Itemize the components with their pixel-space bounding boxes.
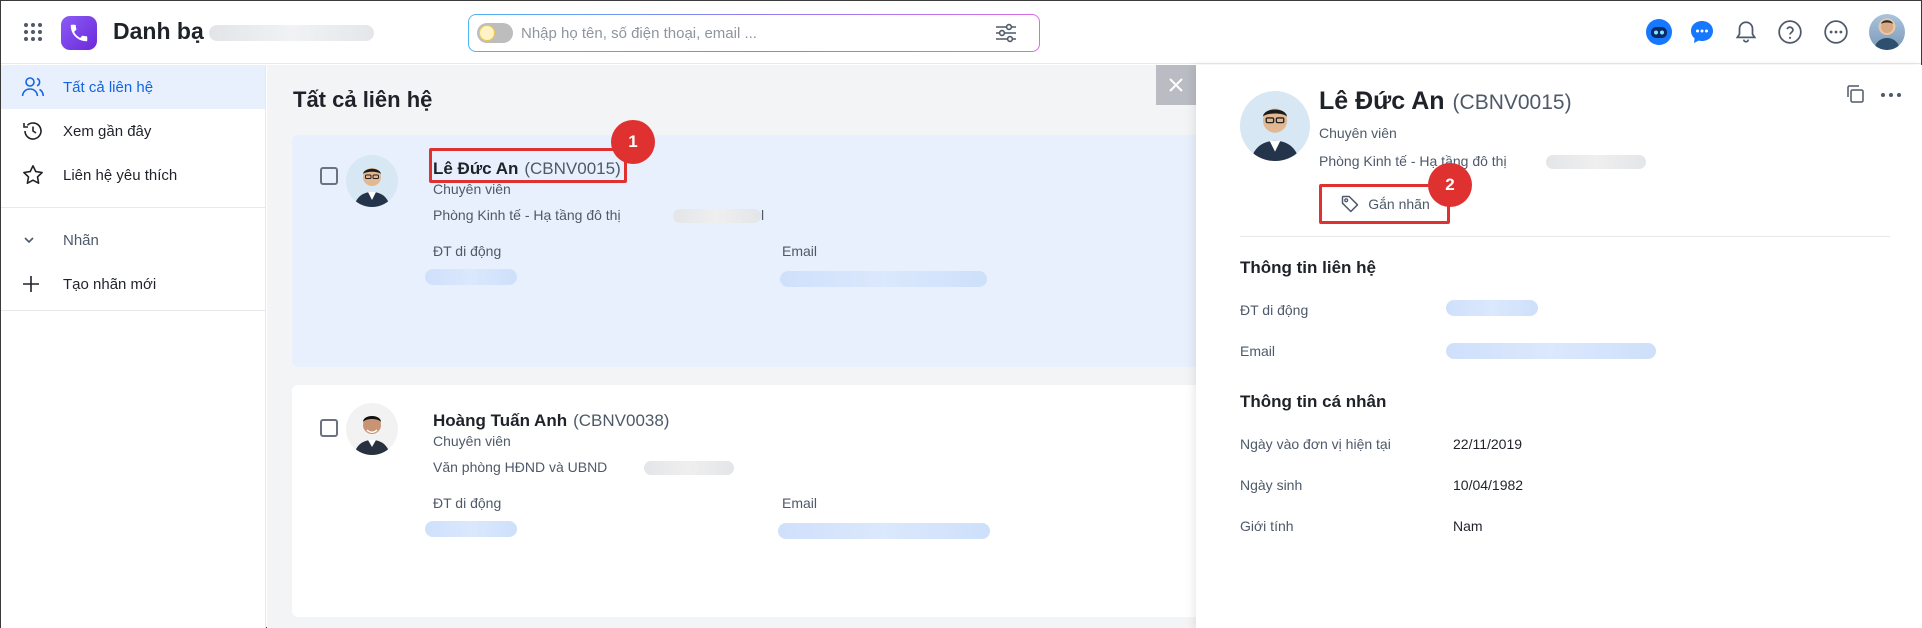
sidebar-item-label: Tất cả liên hệ — [63, 78, 154, 96]
detail-avatar — [1240, 91, 1310, 161]
phone-book-logo-icon — [61, 16, 97, 50]
contact-code: (CBNV0038) — [573, 411, 670, 430]
page-title: Tất cả liên hệ — [293, 87, 433, 112]
contact-position: Chuyên viên — [433, 433, 511, 449]
mobile-label: ĐT di động — [1240, 302, 1309, 318]
contact-avatar — [346, 155, 398, 207]
contact-checkbox[interactable] — [320, 419, 338, 437]
search-input[interactable] — [521, 21, 961, 45]
annotation-badge-2: 2 — [1428, 163, 1472, 207]
contact-name[interactable]: Hoàng Tuấn Anh (CBNV0038) — [433, 411, 669, 431]
sidebar-item-favorites[interactable]: Liên hệ yêu thích — [1, 153, 265, 197]
mobile-label: ĐT di động — [433, 243, 502, 259]
join-date-value: 22/11/2019 — [1453, 436, 1523, 452]
user-avatar[interactable] — [1869, 14, 1905, 50]
org-name-redacted — [209, 25, 374, 41]
contact-detail-panel: Lê Đức An (CBNV0015) Chuyên viên Phòng Ki… — [1196, 65, 1922, 628]
department-redacted — [673, 209, 761, 223]
contact-avatar — [346, 403, 398, 455]
detail-code: (CBNV0015) — [1452, 91, 1572, 114]
detail-department: Phòng Kinh tế - Hạ tầng đô thị — [1319, 153, 1507, 169]
detail-position: Chuyên viên — [1319, 125, 1397, 141]
contact-checkbox[interactable] — [320, 167, 338, 185]
history-icon — [21, 119, 47, 143]
contact-list-panel: Tất cả liên hệ Lê Đức An (CBNV0015) Chuyê… — [267, 65, 1222, 628]
sidebar-divider — [1, 207, 265, 208]
contact-department: Văn phòng HĐND và UBND — [433, 459, 608, 475]
mobile-redacted[interactable] — [1446, 300, 1538, 316]
sidebar-item-all-contacts[interactable]: Tất cả liên hệ — [1, 65, 265, 109]
close-icon — [1169, 78, 1183, 92]
sidebar-item-recent[interactable]: Xem gần đây — [1, 109, 265, 153]
personal-info-heading: Thông tin cá nhân — [1240, 392, 1387, 411]
email-label: Email — [1240, 343, 1276, 359]
email-redacted[interactable] — [1446, 343, 1656, 359]
birth-date-value: 10/04/1982 — [1453, 477, 1524, 493]
email-label: Email — [782, 495, 818, 511]
labels-group-label: Nhãn — [63, 231, 99, 249]
contact-department: Phòng Kinh tế - Hạ tầng đô thị — [433, 207, 621, 223]
annotation-highlight-name — [429, 148, 627, 183]
filter-sliders-icon[interactable] — [995, 23, 1017, 43]
app-grid-icon[interactable] — [23, 22, 43, 42]
gender-label: Giới tính — [1240, 518, 1294, 534]
sidebar-item-label: Liên hệ yêu thích — [63, 166, 178, 184]
more-horizontal-icon[interactable] — [1880, 91, 1902, 99]
mobile-redacted — [425, 521, 517, 537]
chevron-down-icon — [21, 232, 47, 248]
app-title: Danh bạ — [113, 18, 204, 44]
sidebar-divider — [1, 310, 265, 311]
help-icon[interactable] — [1777, 19, 1803, 45]
close-detail-button[interactable] — [1156, 65, 1196, 105]
sidebar-item-label: Xem gần đây — [63, 122, 152, 140]
email-label: Email — [782, 243, 818, 259]
top-bar: Danh bạ — [1, 1, 1921, 64]
contact-info-heading: Thông tin liên hệ — [1240, 258, 1376, 277]
more-options-icon[interactable] — [1823, 19, 1849, 45]
department-suffix: l — [761, 207, 765, 223]
mobile-label: ĐT di động — [433, 495, 502, 511]
department-redacted — [1546, 155, 1646, 169]
sidebar: Tất cả liên hệ Xem gần đây Liên hệ yêu t… — [1, 65, 266, 628]
contact-card[interactable]: Hoàng Tuấn Anh (CBNV0038) Chuyên viên Văn… — [292, 385, 1222, 617]
email-redacted — [780, 271, 987, 287]
plus-icon — [21, 274, 47, 294]
join-date-label: Ngày vào đơn vị hiện tại — [1240, 436, 1391, 452]
email-redacted — [778, 523, 990, 539]
labels-group-toggle[interactable]: Nhãn — [1, 218, 265, 262]
department-redacted — [644, 461, 734, 475]
contacts-icon — [21, 76, 47, 98]
star-icon — [21, 163, 47, 187]
chat-icon[interactable] — [1688, 18, 1716, 46]
create-label-button[interactable]: Tạo nhãn mới — [1, 262, 265, 306]
ai-assistant-icon[interactable] — [1645, 18, 1673, 46]
search-box[interactable] — [468, 14, 1040, 52]
contact-position: Chuyên viên — [433, 181, 511, 197]
detail-divider — [1240, 236, 1890, 237]
detail-name: Lê Đức An (CBNV0015) — [1319, 87, 1572, 115]
mobile-redacted — [425, 269, 517, 285]
birth-date-label: Ngày sinh — [1240, 477, 1303, 493]
gender-value: Nam — [1453, 518, 1483, 534]
ai-search-toggle[interactable] — [477, 23, 513, 43]
annotation-badge-1: 1 — [611, 120, 655, 164]
copy-icon[interactable] — [1844, 83, 1866, 105]
create-label-text: Tạo nhãn mới — [63, 275, 157, 293]
notification-bell-icon[interactable] — [1733, 19, 1759, 45]
